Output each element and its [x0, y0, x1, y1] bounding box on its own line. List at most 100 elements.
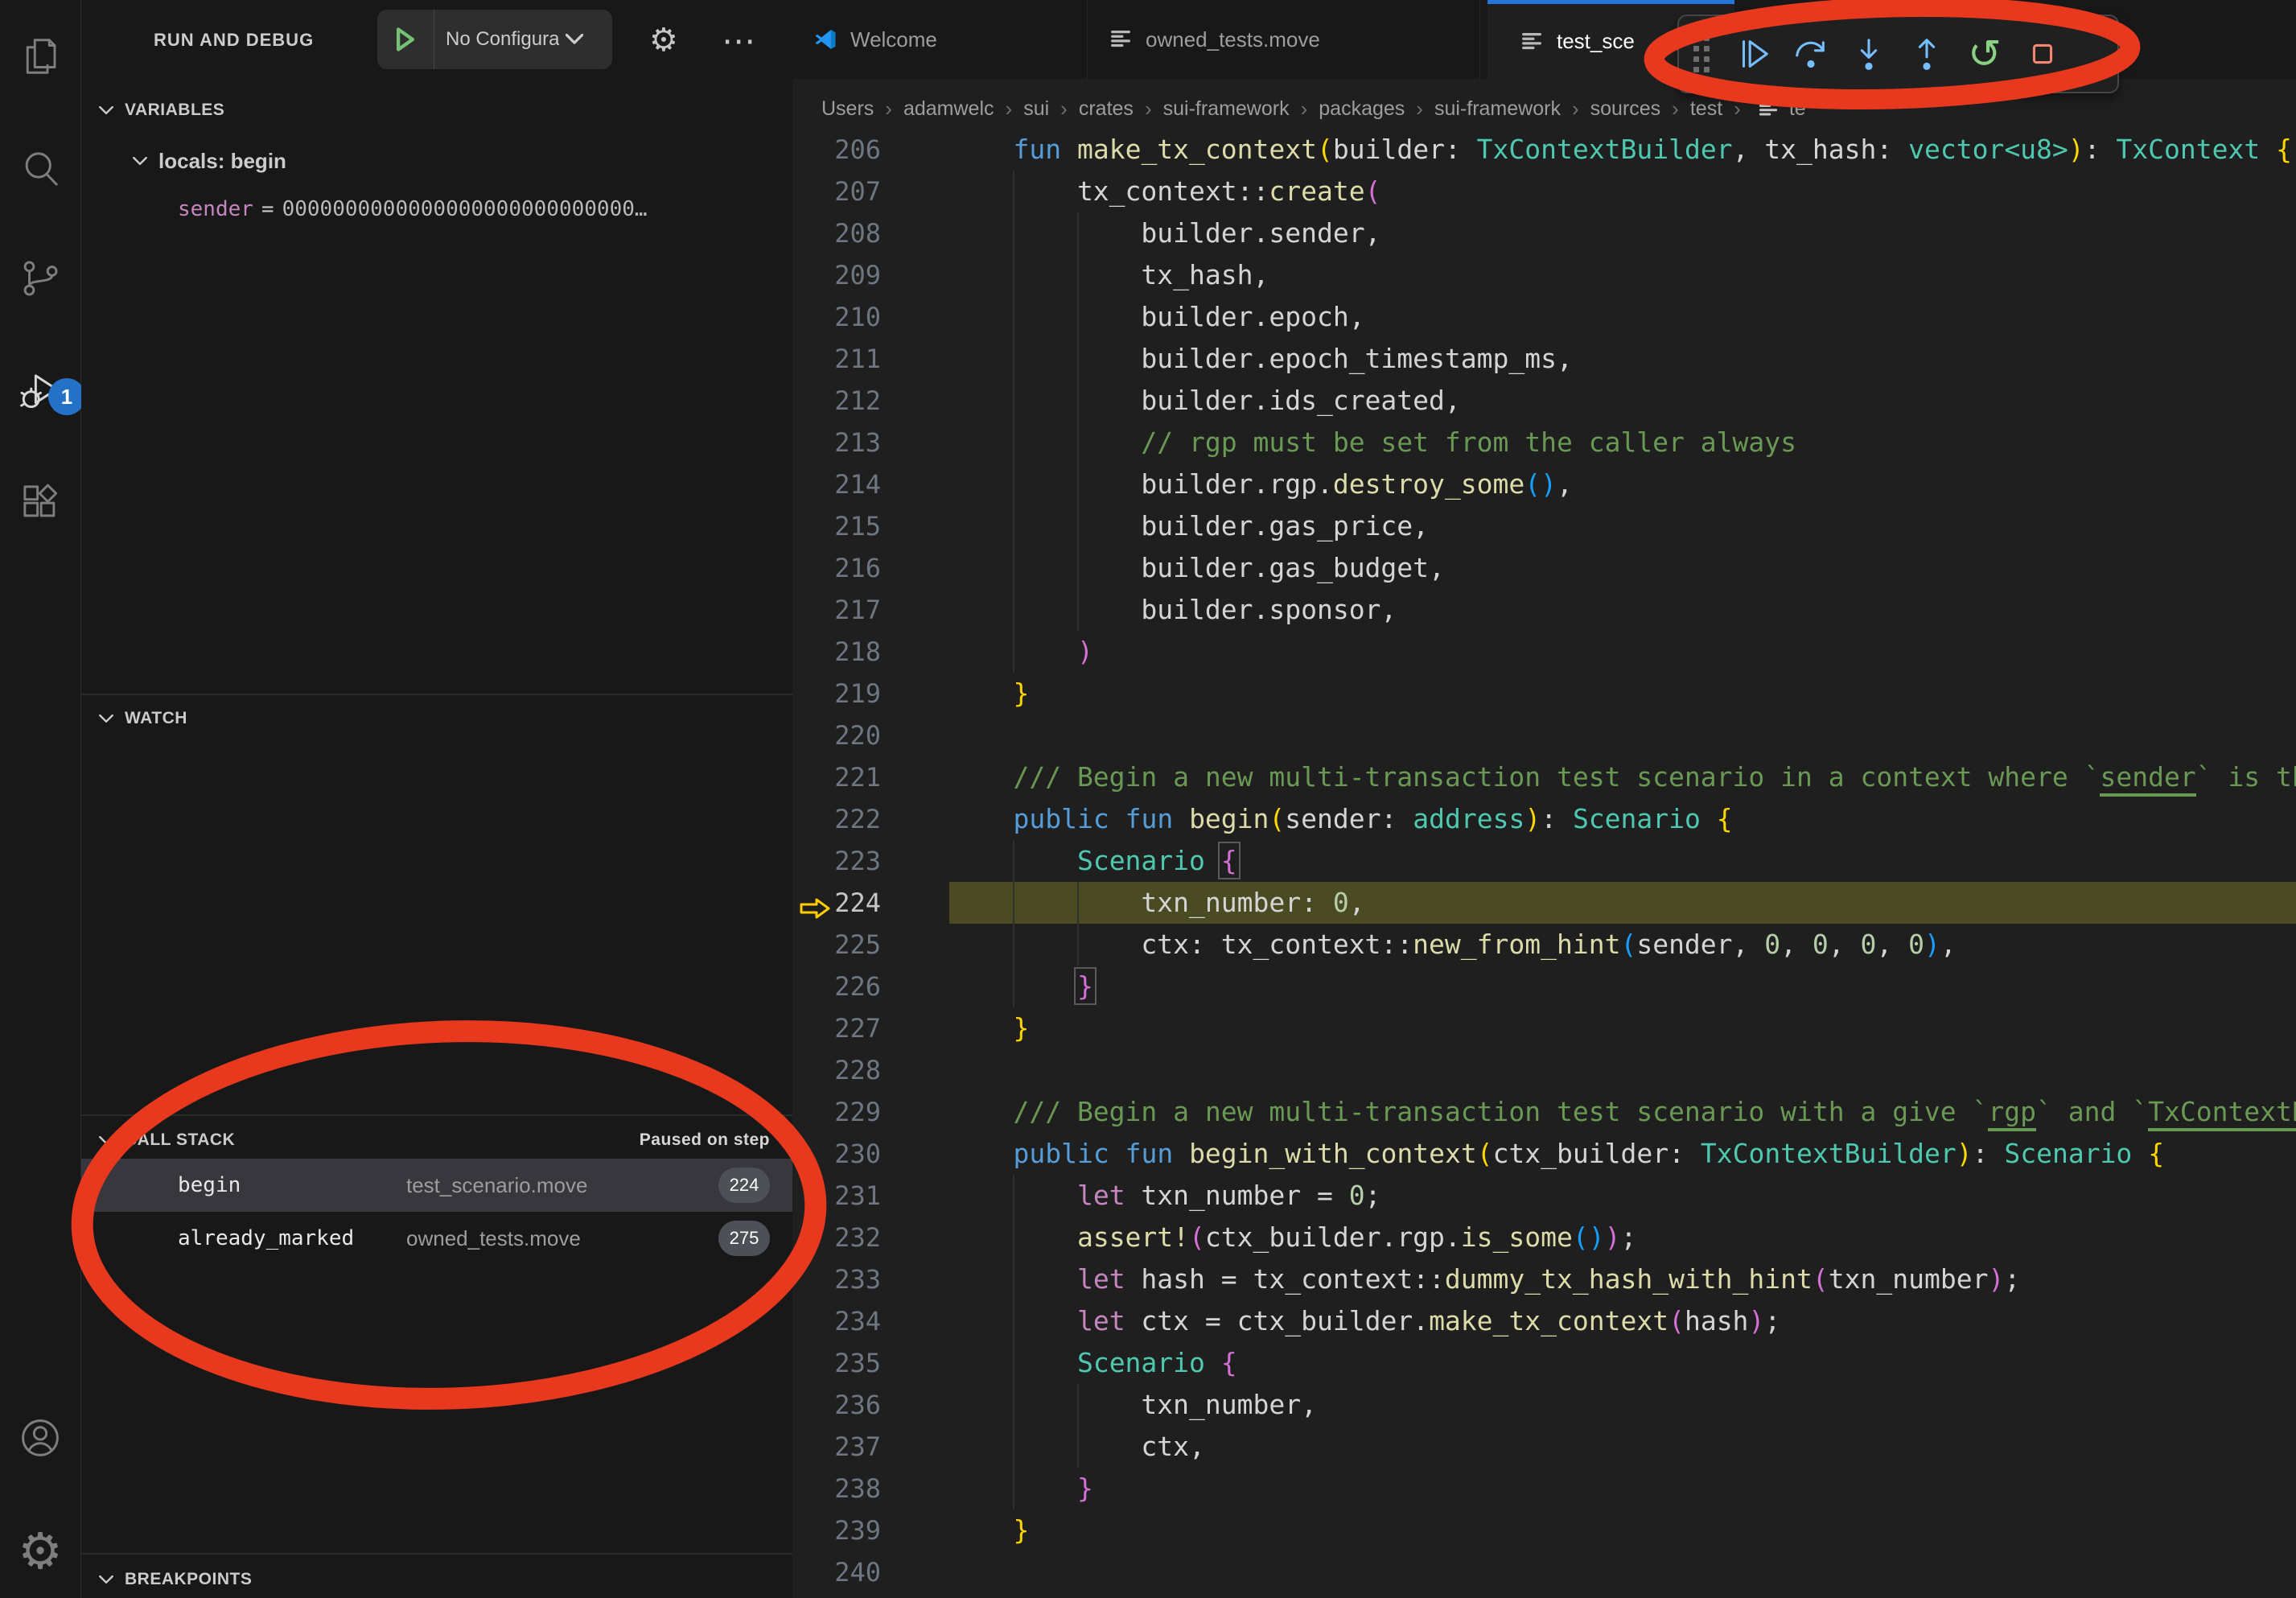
breadcrumb-separator-icon: › — [1572, 97, 1579, 121]
breakpoints-header[interactable]: BREAKPOINTS — [81, 1559, 792, 1598]
line-number[interactable]: 220 — [792, 715, 881, 756]
line-number[interactable]: 236 — [792, 1384, 881, 1426]
search-icon[interactable] — [0, 127, 80, 211]
start-debug-button[interactable] — [377, 10, 434, 69]
drag-handle-icon[interactable] — [1679, 35, 1724, 72]
line-number[interactable]: 219 — [792, 673, 881, 715]
line-number[interactable]: 221 — [792, 756, 881, 798]
vscode-window: 1 ⚙ RUN AND DEBUG No Configura ⚙ ⋯ VARIA… — [0, 0, 2296, 1598]
code-editor[interactable]: 206 fun make_tx_context(builder: TxConte… — [792, 138, 2296, 1598]
breadcrumb-separator-icon: › — [1734, 97, 1741, 121]
more-actions-icon[interactable]: ⋯ — [722, 0, 755, 80]
line-number[interactable]: 232 — [792, 1217, 881, 1258]
code-line: 233 let hash = tx_context::dummy_tx_hash… — [792, 1258, 2296, 1300]
line-number[interactable]: 239 — [792, 1509, 881, 1551]
breadcrumb-file[interactable]: te — [1789, 97, 1806, 121]
line-number[interactable]: 216 — [792, 547, 881, 589]
breadcrumb-separator-icon: › — [885, 97, 892, 121]
frame-line-badge: 275 — [718, 1221, 770, 1256]
run-and-debug-icon[interactable]: 1 — [0, 349, 80, 433]
tab-owned-tests[interactable]: owned_tests.move — [1088, 0, 1480, 79]
code-line: 241 /// Creates and shares system object… — [792, 1593, 2296, 1598]
line-number[interactable]: 234 — [792, 1300, 881, 1342]
debug-toolbar: ↺ — [1677, 14, 2119, 93]
breadcrumb-item[interactable]: Users — [821, 97, 874, 121]
step-into-button[interactable] — [1840, 16, 1898, 92]
debug-current-line-arrow-icon — [799, 891, 831, 915]
indent-guide — [1077, 212, 1079, 631]
stop-button[interactable] — [2014, 16, 2072, 92]
call-stack-frame[interactable]: already_marked owned_tests.move 275 — [81, 1212, 792, 1265]
line-number[interactable]: 213 — [792, 422, 881, 463]
breadcrumb-item[interactable]: adamwelc — [903, 97, 994, 121]
line-number[interactable]: 235 — [792, 1342, 881, 1384]
breadcrumb-separator-icon: › — [1006, 97, 1013, 121]
line-number[interactable]: 206 — [792, 138, 881, 171]
variables-header[interactable]: VARIABLES — [81, 90, 792, 130]
line-number[interactable]: 241 — [792, 1593, 881, 1598]
line-number[interactable]: 209 — [792, 254, 881, 296]
move-file-icon — [1109, 27, 1133, 51]
line-number[interactable]: 227 — [792, 1007, 881, 1049]
settings-gear-icon[interactable]: ⚙ — [0, 1509, 80, 1593]
line-number[interactable]: 212 — [792, 380, 881, 422]
extensions-icon[interactable] — [0, 460, 80, 544]
variable-name: sender — [178, 197, 253, 221]
watch-header[interactable]: WATCH — [81, 698, 792, 739]
line-number[interactable]: 237 — [792, 1426, 881, 1468]
continue-button[interactable] — [1724, 16, 1782, 92]
indent-guide — [1077, 1384, 1079, 1468]
explorer-icon[interactable] — [0, 14, 80, 98]
line-number[interactable]: 231 — [792, 1175, 881, 1217]
vscode-logo-icon — [813, 27, 837, 51]
line-number[interactable]: 207 — [792, 171, 881, 212]
debug-badge: 1 — [48, 378, 85, 415]
code-line: 207 tx_context::create( — [792, 171, 2296, 212]
code-line: 234 let ctx = ctx_builder.make_tx_contex… — [792, 1300, 2296, 1342]
line-number[interactable]: 214 — [792, 463, 881, 505]
line-number[interactable]: 215 — [792, 505, 881, 547]
line-number[interactable]: 238 — [792, 1468, 881, 1509]
line-number[interactable]: 230 — [792, 1133, 881, 1175]
breadcrumb-item[interactable]: sources — [1590, 97, 1661, 121]
line-number[interactable]: 228 — [792, 1049, 881, 1091]
line-number[interactable]: 233 — [792, 1258, 881, 1300]
indent-guide — [1077, 882, 1079, 966]
debug-settings-gear-icon[interactable]: ⚙ — [649, 0, 678, 80]
account-icon[interactable] — [0, 1396, 80, 1480]
tab-welcome[interactable]: Welcome — [792, 0, 1088, 79]
call-stack-frame[interactable]: begin test_scenario.move 224 — [81, 1159, 792, 1212]
step-over-button[interactable] — [1782, 16, 1840, 92]
code-line: 222 public fun begin(sender: address): S… — [792, 798, 2296, 840]
launch-config-dropdown[interactable]: No Configura — [377, 10, 612, 69]
line-number[interactable]: 226 — [792, 966, 881, 1007]
code-line: 216 builder.gas_budget, — [792, 547, 2296, 589]
step-out-button[interactable] — [1898, 16, 1956, 92]
variable-row[interactable]: sender = 0000000000000000000000000000… — [81, 187, 792, 232]
line-number[interactable]: 217 — [792, 589, 881, 631]
breadcrumb-item[interactable]: sui-framework — [1434, 97, 1561, 121]
code-line: 231 let txn_number = 0; — [792, 1175, 2296, 1217]
line-number[interactable]: 225 — [792, 924, 881, 966]
line-number[interactable]: 229 — [792, 1091, 881, 1133]
line-number[interactable]: 210 — [792, 296, 881, 338]
breadcrumb-item[interactable]: test — [1690, 97, 1722, 121]
line-number[interactable]: 240 — [792, 1551, 881, 1593]
call-stack-header[interactable]: CALL STACK Paused on step — [81, 1120, 792, 1160]
code-line: 225 ctx: tx_context::new_from_hint(sende… — [792, 924, 2296, 966]
variables-scope-row[interactable]: locals: begin — [81, 138, 792, 183]
line-number[interactable]: 222 — [792, 798, 881, 840]
restart-button[interactable]: ↺ — [1956, 16, 2014, 92]
indent-guide — [1013, 1175, 1014, 1509]
line-number[interactable]: 211 — [792, 338, 881, 380]
line-number[interactable]: 223 — [792, 840, 881, 882]
line-number[interactable]: 218 — [792, 631, 881, 673]
breadcrumb-item[interactable]: sui-framework — [1163, 97, 1290, 121]
config-label: No Configura — [446, 28, 559, 51]
code-line: 214 builder.rgp.destroy_some(), — [792, 463, 2296, 505]
breadcrumb-item[interactable]: packages — [1319, 97, 1405, 121]
line-number[interactable]: 208 — [792, 212, 881, 254]
breadcrumb-item[interactable]: sui — [1023, 97, 1049, 121]
source-control-icon[interactable] — [0, 237, 80, 320]
breadcrumb-item[interactable]: crates — [1079, 97, 1134, 121]
